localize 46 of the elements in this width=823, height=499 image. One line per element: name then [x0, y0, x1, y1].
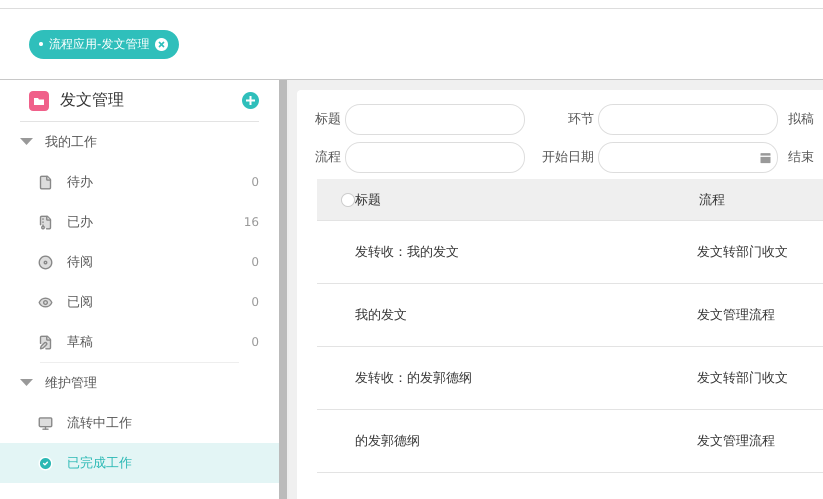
sidebar-item[interactable]: 已办 16: [0, 202, 279, 242]
item-count: 0: [251, 295, 259, 309]
text-field[interactable]: [598, 104, 778, 134]
edit-icon: [38, 334, 53, 350]
document-icon: [38, 174, 53, 190]
item-count: 0: [251, 175, 259, 189]
sidebar-item[interactable]: 已阅 0: [0, 282, 279, 322]
group-label[interactable]: 我的工作: [45, 133, 97, 151]
column-header: 流程: [699, 192, 726, 208]
table-cell-text: 发文管理流程: [697, 433, 776, 450]
table-cell-text: 我的发文: [355, 307, 408, 324]
filter-label: 环节: [567, 111, 595, 128]
close-icon: [155, 38, 168, 50]
eye-icon: [38, 294, 53, 310]
item-count: 16: [244, 215, 259, 229]
filter-label: 开始日期: [541, 149, 595, 166]
table-cell-text: 发转收：的发郭德纲: [355, 370, 473, 387]
item-count: 0: [251, 335, 259, 349]
table-cell-text: 的发郭德纲: [355, 433, 421, 450]
select-all-radio[interactable]: [341, 192, 355, 206]
check-circle-icon: [38, 456, 53, 470]
item-count: 0: [251, 255, 259, 269]
disc-icon: [38, 254, 53, 270]
archive-icon: [38, 214, 53, 230]
sidebar-item[interactable]: 待阅 0: [0, 242, 279, 282]
filter-label: 流程: [314, 149, 342, 166]
monitor-icon: [38, 416, 53, 430]
column-header: 标题: [355, 192, 382, 208]
add-icon[interactable]: [242, 92, 259, 109]
folder-icon: [29, 90, 49, 110]
table-cell-text: 发文转部门收文: [697, 370, 789, 387]
table-cell-text: 发文转部门收文: [697, 244, 789, 261]
text-field[interactable]: [345, 104, 525, 134]
date-field[interactable]: [598, 142, 778, 172]
sidebar-item[interactable]: 草稿 0: [0, 322, 279, 362]
filter-label: 拟稿: [788, 111, 814, 128]
text-field[interactable]: [345, 142, 525, 172]
sidebar-item[interactable]: 流转中工作: [0, 403, 279, 443]
table-cell-text: 发文管理流程: [697, 307, 776, 324]
scrollbar[interactable]: [279, 80, 289, 499]
sidebar-title: 发文管理: [60, 90, 125, 111]
filter-label: 结束: [788, 149, 814, 166]
filter-label: 标题: [314, 111, 342, 128]
group-label[interactable]: 维护管理: [45, 374, 97, 392]
sidebar-item[interactable]: 待办 0: [0, 162, 279, 202]
table-cell-text: 发转收：我的发文: [355, 244, 460, 261]
